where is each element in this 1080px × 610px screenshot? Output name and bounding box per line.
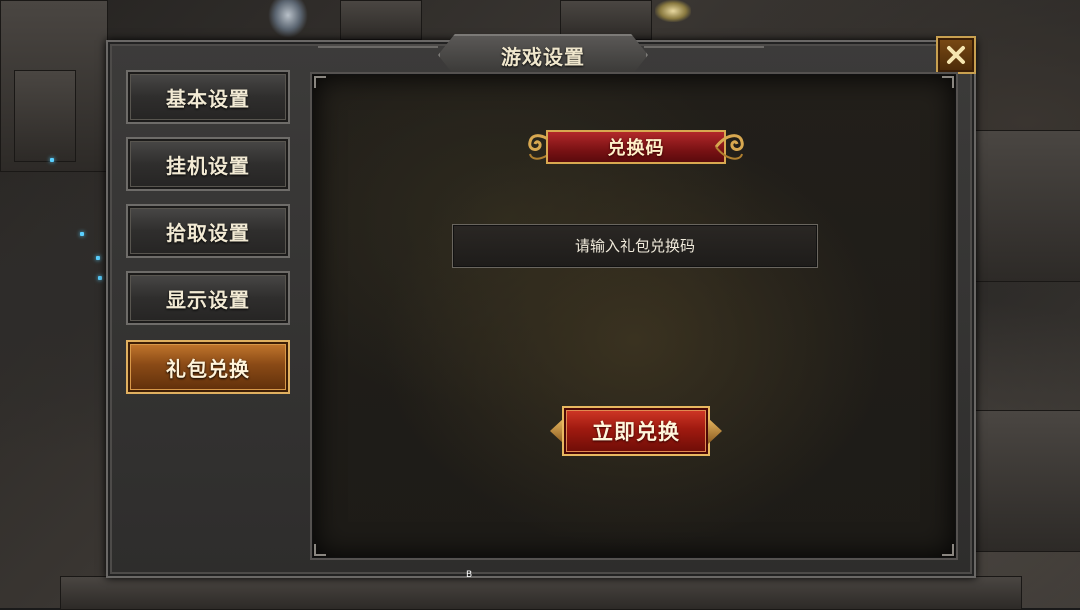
game-settings-dialog: 游戏设置 基本设置 挂机设置 拾取设置 显示设置 礼包兑换 兑换码 请输入礼包兑…: [106, 34, 976, 578]
close-button[interactable]: [936, 36, 976, 74]
stone-floor-bottom: [60, 576, 1022, 610]
redeem-code-header: 兑换码: [526, 126, 746, 168]
title-plate: 游戏设置: [438, 34, 648, 76]
frame-corner: [314, 76, 326, 88]
tab-gift-redeem[interactable]: 礼包兑换: [126, 340, 290, 394]
settings-sidebar: 基本设置 挂机设置 拾取设置 显示设置 礼包兑换: [122, 68, 294, 566]
tab-label: 挂机设置: [166, 153, 250, 178]
tab-label: 基本设置: [166, 86, 250, 111]
frame-corner: [942, 544, 954, 556]
redeem-now-button[interactable]: 立即兑换: [550, 406, 722, 458]
tab-auto-play-settings[interactable]: 挂机设置: [126, 137, 290, 191]
light-dot: [50, 158, 54, 162]
gift-redeem-panel: 兑换码 立即兑换: [310, 72, 958, 560]
stone-stairs: [14, 70, 76, 162]
redeem-code-plate: 兑换码: [546, 130, 726, 164]
title-wing-right: [644, 46, 764, 58]
tab-label: 拾取设置: [166, 220, 250, 245]
close-x-icon: [945, 44, 967, 66]
lamp-light: [655, 0, 691, 22]
tab-basic-settings[interactable]: 基本设置: [126, 70, 290, 124]
player-character[interactable]: [268, 0, 308, 38]
light-dot: [80, 232, 84, 236]
redeem-button-plate: 立即兑换: [562, 406, 710, 456]
light-dot: [96, 256, 100, 260]
frame-corner: [942, 76, 954, 88]
stone-block: [340, 0, 422, 40]
light-dot: [98, 276, 102, 280]
stone-wall-right: [972, 130, 1080, 282]
tab-label: 礼包兑换: [166, 356, 250, 381]
title-wing-left: [318, 46, 438, 58]
gift-code-input[interactable]: [452, 224, 818, 268]
redeem-code-label: 兑换码: [607, 138, 665, 159]
dialog-title: 游戏设置: [501, 44, 585, 69]
tab-loot-settings[interactable]: 拾取设置: [126, 204, 290, 258]
frame-corner: [314, 544, 326, 556]
tab-label: 显示设置: [166, 287, 250, 312]
flourish-right-icon: [712, 126, 746, 168]
tab-display-settings[interactable]: 显示设置: [126, 271, 290, 325]
button-cap-right: [708, 418, 722, 444]
redeem-button-label: 立即兑换: [592, 420, 680, 444]
footer-mark: B: [466, 570, 473, 580]
stone-floor-right: [972, 410, 1080, 552]
